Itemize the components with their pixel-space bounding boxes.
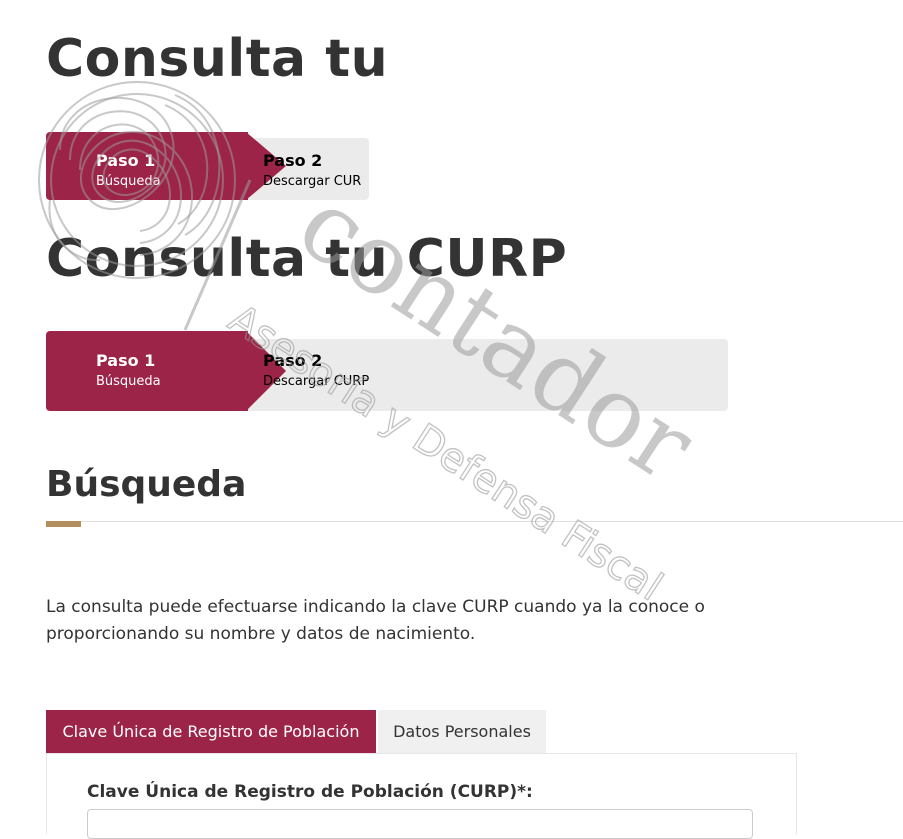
step-arrow-shape [246,331,286,411]
knot-seal-icon [38,81,252,331]
page-title-duplicate: Consulta tu [46,29,389,89]
curp-input[interactable] [87,809,753,839]
step-2-subtitle: Descargar CURP [263,374,370,389]
section-divider [46,521,903,522]
step-1-title: Paso 1 [96,351,156,370]
page-title: Consulta tu CURP [46,229,568,289]
step-1-subtitle: Búsqueda [96,374,161,389]
step-1-title: Paso 1 [96,151,156,170]
step-1-subtitle: Búsqueda [96,174,161,189]
stepper: Paso 1 Búsqueda Paso 2 Descargar CURP [46,331,728,411]
step-2-subtitle: Descargar CUR [263,174,362,189]
step-2-title: Paso 2 [263,351,323,370]
step-1-active [46,331,248,411]
tab-datos-personales[interactable]: Datos Personales [378,710,546,754]
curp-field-label: Clave Única de Registro de Población (CU… [87,782,533,802]
section-description: La consulta puede efectuarse indicando l… [46,597,705,644]
stepper-duplicate: Paso 1 Búsqueda Paso 2 Descargar CUR [46,132,369,200]
tab-clave-curp[interactable]: Clave Única de Registro de Población [46,710,376,754]
step-2-title: Paso 2 [263,151,323,170]
section-accent-bar [46,521,81,527]
section-title: Búsqueda [46,464,247,505]
